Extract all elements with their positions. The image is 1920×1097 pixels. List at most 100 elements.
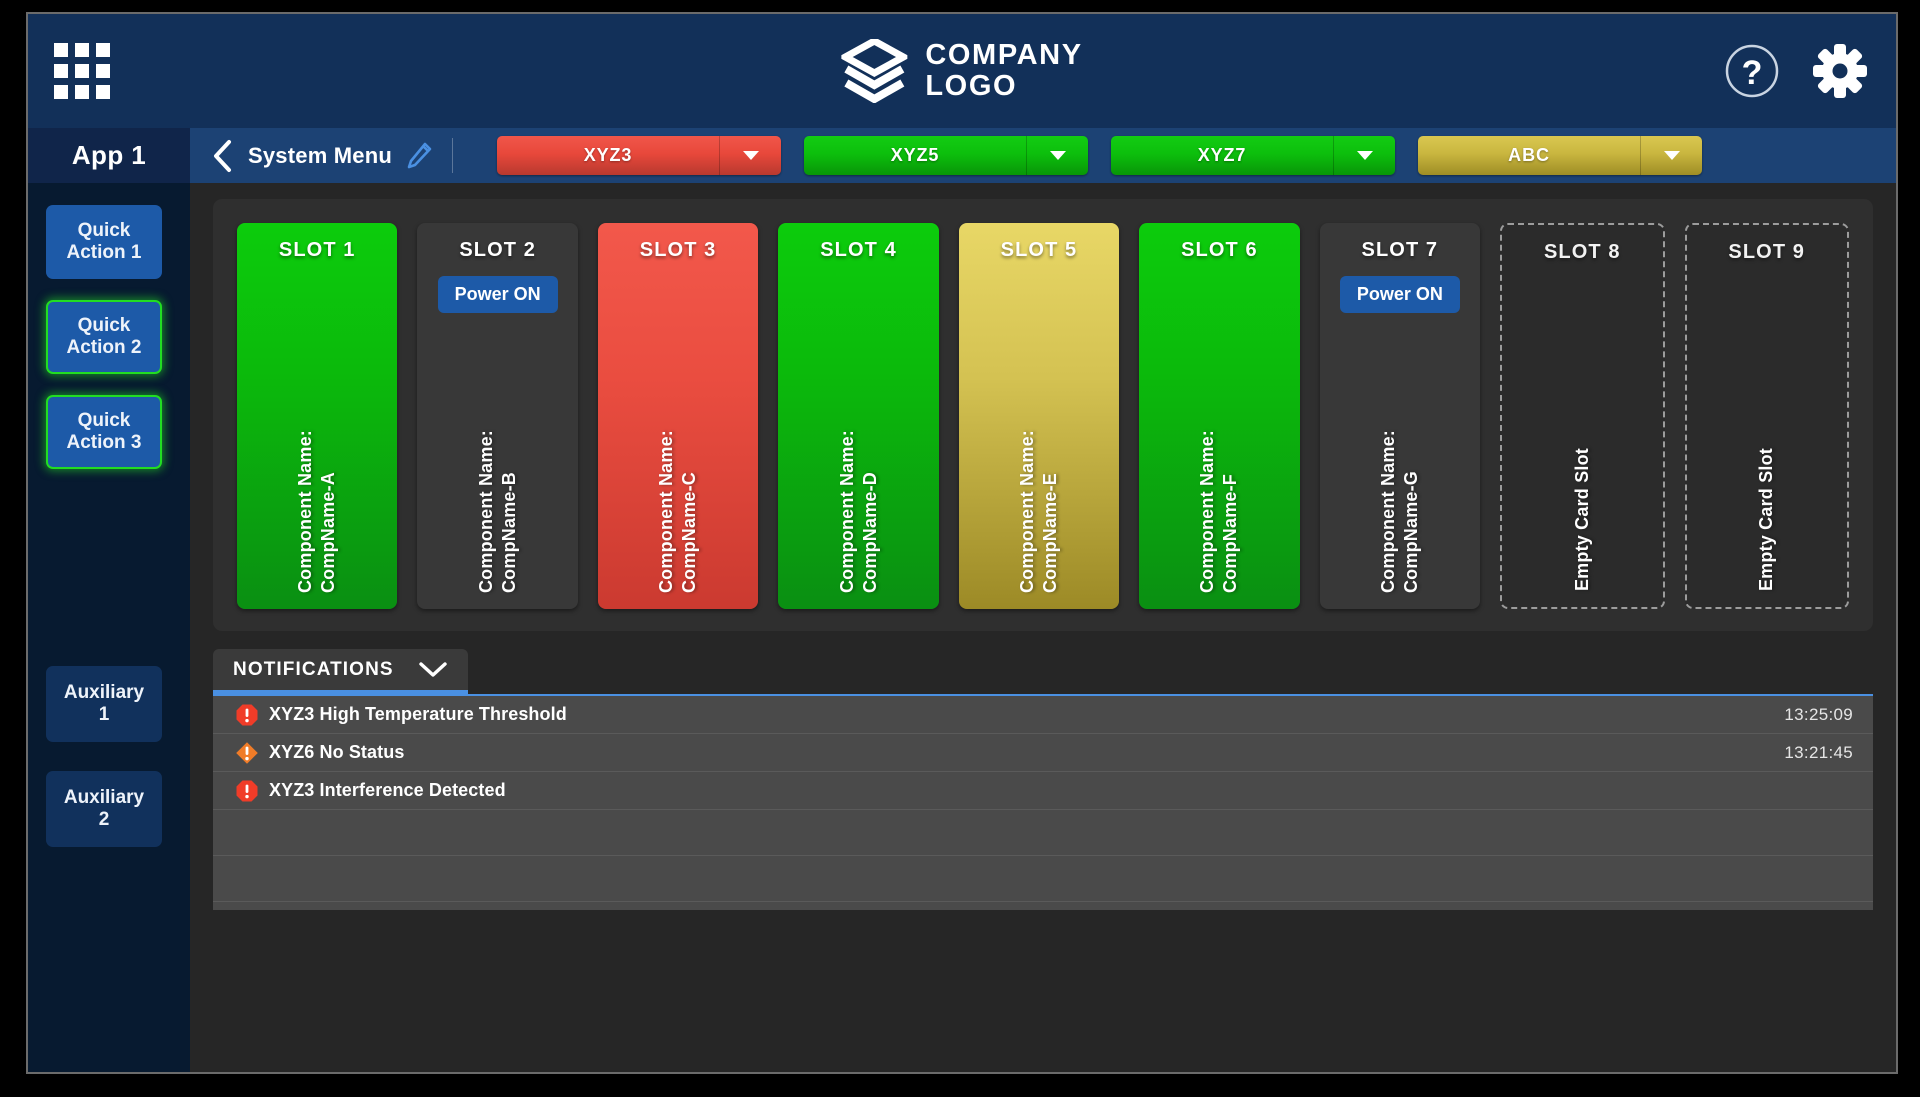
slot-card-3[interactable]: SLOT 3 Component Name: CompName-C xyxy=(597,223,759,609)
nav-divider xyxy=(452,138,454,173)
slot-1-title: SLOT 1 xyxy=(278,239,356,261)
dropdown-xyz3-label: XYZ3 xyxy=(583,145,633,165)
slot-8-title: SLOT 8 xyxy=(1543,241,1621,263)
brand-line-1: COMPANY xyxy=(925,39,1083,72)
slot-card-1[interactable]: SLOT 1 Component Name: CompName-A xyxy=(237,223,398,609)
notification-text: XYZ6 No Status xyxy=(269,742,405,762)
slot-5-title: SLOT 5 xyxy=(1000,239,1078,261)
breadcrumb-label: System Menu xyxy=(248,142,393,168)
dropdown-abc[interactable]: ABC xyxy=(1418,136,1703,175)
brand-logo: COMPANY LOGO xyxy=(841,39,1082,103)
quick-action-1-label: Quick Action 1 xyxy=(66,219,142,263)
chevron-left-icon[interactable] xyxy=(212,139,234,173)
chevron-down-icon[interactable] xyxy=(719,136,781,175)
left-sidebar: Quick Action 1 Quick Action 2 Quick Action … xyxy=(28,183,190,1072)
error-octagon-icon xyxy=(235,779,269,803)
notification-row[interactable]: XYZ6 No Status 13:21:45 xyxy=(213,734,1873,772)
slot-card-2[interactable]: SLOT 2 Power ON Component Name: CompName… xyxy=(417,223,578,609)
svg-text:?: ? xyxy=(1742,54,1763,92)
slot-7-component-label: Component Name: xyxy=(1377,429,1398,593)
quick-action-3-label: Quick Action 3 xyxy=(66,409,142,453)
slot-4-component-label: Component Name: xyxy=(836,429,857,593)
pencil-icon[interactable] xyxy=(406,142,432,170)
slot-4-component-value: CompName-D xyxy=(859,471,880,593)
sidebar-item-auxiliary-1[interactable]: Auxiliary 1 xyxy=(46,666,162,742)
slot-5-component: Component Name: CompName-E xyxy=(959,393,1119,593)
slot-2-power-button[interactable]: Power ON xyxy=(437,276,558,313)
chevron-down-icon[interactable] xyxy=(418,661,448,679)
status-bar: Status 1 Status 2 Status 3 xyxy=(28,1072,1896,1074)
slot-7-power-button[interactable]: Power ON xyxy=(1339,276,1460,313)
dropdown-xyz7[interactable]: XYZ7 xyxy=(1111,136,1396,175)
slot-9-empty-label: Empty Card Slot xyxy=(1756,447,1777,591)
notification-text: XYZ3 High Temperature Threshold xyxy=(269,704,567,724)
grid-menu-icon[interactable] xyxy=(54,43,110,99)
slot-6-component-value: CompName-F xyxy=(1220,473,1241,593)
slot-6-component-label: Component Name: xyxy=(1197,429,1218,593)
slot-6-title: SLOT 6 xyxy=(1181,239,1258,261)
slot-1-component-label: Component Name: xyxy=(295,429,316,593)
dropdown-xyz3[interactable]: XYZ3 xyxy=(497,136,782,175)
chevron-down-icon[interactable] xyxy=(1640,136,1702,175)
slot-5-component-value: CompName-E xyxy=(1039,472,1060,593)
notification-time: 13:25:09 xyxy=(1784,704,1853,724)
slot-1-component: Component Name: CompName-A xyxy=(237,393,397,593)
warning-diamond-icon xyxy=(235,741,269,765)
slot-4-component: Component Name: CompName-D xyxy=(778,393,938,593)
notifications-panel: NOTIFICATIONS XYZ3 High Temperature Thre… xyxy=(213,649,1873,910)
slot-9-component: Empty Card Slot xyxy=(1687,381,1847,591)
notification-row-empty xyxy=(213,902,1873,910)
header-actions: ? xyxy=(1724,43,1868,99)
slot-9-title: SLOT 9 xyxy=(1728,241,1806,263)
slot-2-component-label: Component Name: xyxy=(475,429,496,593)
chevron-down-icon[interactable] xyxy=(1333,136,1395,175)
slot-5-component-label: Component Name: xyxy=(1016,429,1037,593)
slot-3-title: SLOT 3 xyxy=(639,239,717,261)
body-region: Quick Action 1 Quick Action 2 Quick Action … xyxy=(28,183,1896,1072)
notifications-tab-label: NOTIFICATIONS xyxy=(233,659,394,680)
slot-3-component-label: Component Name: xyxy=(656,429,677,593)
slot-3-component-value: CompName-C xyxy=(679,471,700,593)
slot-card-5[interactable]: SLOT 5 Component Name: CompName-E xyxy=(958,223,1120,609)
notification-row[interactable]: XYZ3 Interference Detected xyxy=(213,772,1873,810)
grid-cell xyxy=(75,85,89,99)
slot-7-component: Component Name: CompName-G xyxy=(1320,393,1480,593)
slot-8-empty-label: Empty Card Slot xyxy=(1571,447,1592,591)
slot-1-component-value: CompName-A xyxy=(318,471,339,593)
slot-8-component: Empty Card Slot xyxy=(1502,381,1662,591)
notifications-list[interactable]: XYZ3 High Temperature Threshold 13:25:09… xyxy=(213,694,1873,910)
slot-3-component: Component Name: CompName-C xyxy=(598,393,758,593)
notification-row[interactable]: XYZ3 High Temperature Threshold 13:25:09 xyxy=(213,696,1873,734)
slot-card-9-empty[interactable]: SLOT 9 Empty Card Slot xyxy=(1684,223,1849,609)
auxiliary-1-label: Auxiliary 1 xyxy=(63,681,145,725)
grid-cell xyxy=(96,64,110,78)
gear-icon[interactable] xyxy=(1812,43,1868,99)
grid-cell xyxy=(96,85,110,99)
sidebar-item-quick-action-1[interactable]: Quick Action 1 xyxy=(46,205,162,279)
slot-7-title: SLOT 7 xyxy=(1361,239,1439,261)
quick-action-2-label: Quick Action 2 xyxy=(66,314,142,358)
slot-2-component: Component Name: CompName-B xyxy=(417,393,577,593)
company-logo-mark xyxy=(841,39,908,103)
slot-card-7[interactable]: SLOT 7 Power ON Component Name: CompName… xyxy=(1319,223,1481,609)
breadcrumb: System Menu xyxy=(190,128,452,183)
dropdown-xyz5[interactable]: XYZ5 xyxy=(804,136,1089,175)
grid-cell xyxy=(75,64,89,78)
brand-header: COMPANY LOGO ? xyxy=(28,14,1896,128)
slot-2-title: SLOT 2 xyxy=(459,239,536,261)
sidebar-item-quick-action-3[interactable]: Quick Action 3 xyxy=(46,395,162,469)
brand-name: COMPANY LOGO xyxy=(925,40,1082,101)
slot-card-4[interactable]: SLOT 4 Component Name: CompName-D xyxy=(778,223,939,609)
notifications-tab[interactable]: NOTIFICATIONS xyxy=(213,649,468,694)
grid-cell xyxy=(54,43,68,57)
slot-6-component: Component Name: CompName-F xyxy=(1139,393,1299,593)
sidebar-item-auxiliary-2[interactable]: Auxiliary 2 xyxy=(46,771,162,847)
notification-time: 13:21:45 xyxy=(1784,742,1853,762)
slot-card-6[interactable]: SLOT 6 Component Name: CompName-F xyxy=(1139,223,1300,609)
grid-cell xyxy=(96,43,110,57)
chevron-down-icon[interactable] xyxy=(1026,136,1088,175)
sidebar-item-quick-action-2[interactable]: Quick Action 2 xyxy=(46,300,162,374)
help-circle-icon[interactable]: ? xyxy=(1724,43,1780,99)
nav-dropdown-group: XYZ3 XYZ5 XYZ7 ABC xyxy=(497,128,1703,183)
slot-card-8-empty[interactable]: SLOT 8 Empty Card Slot xyxy=(1500,223,1665,609)
